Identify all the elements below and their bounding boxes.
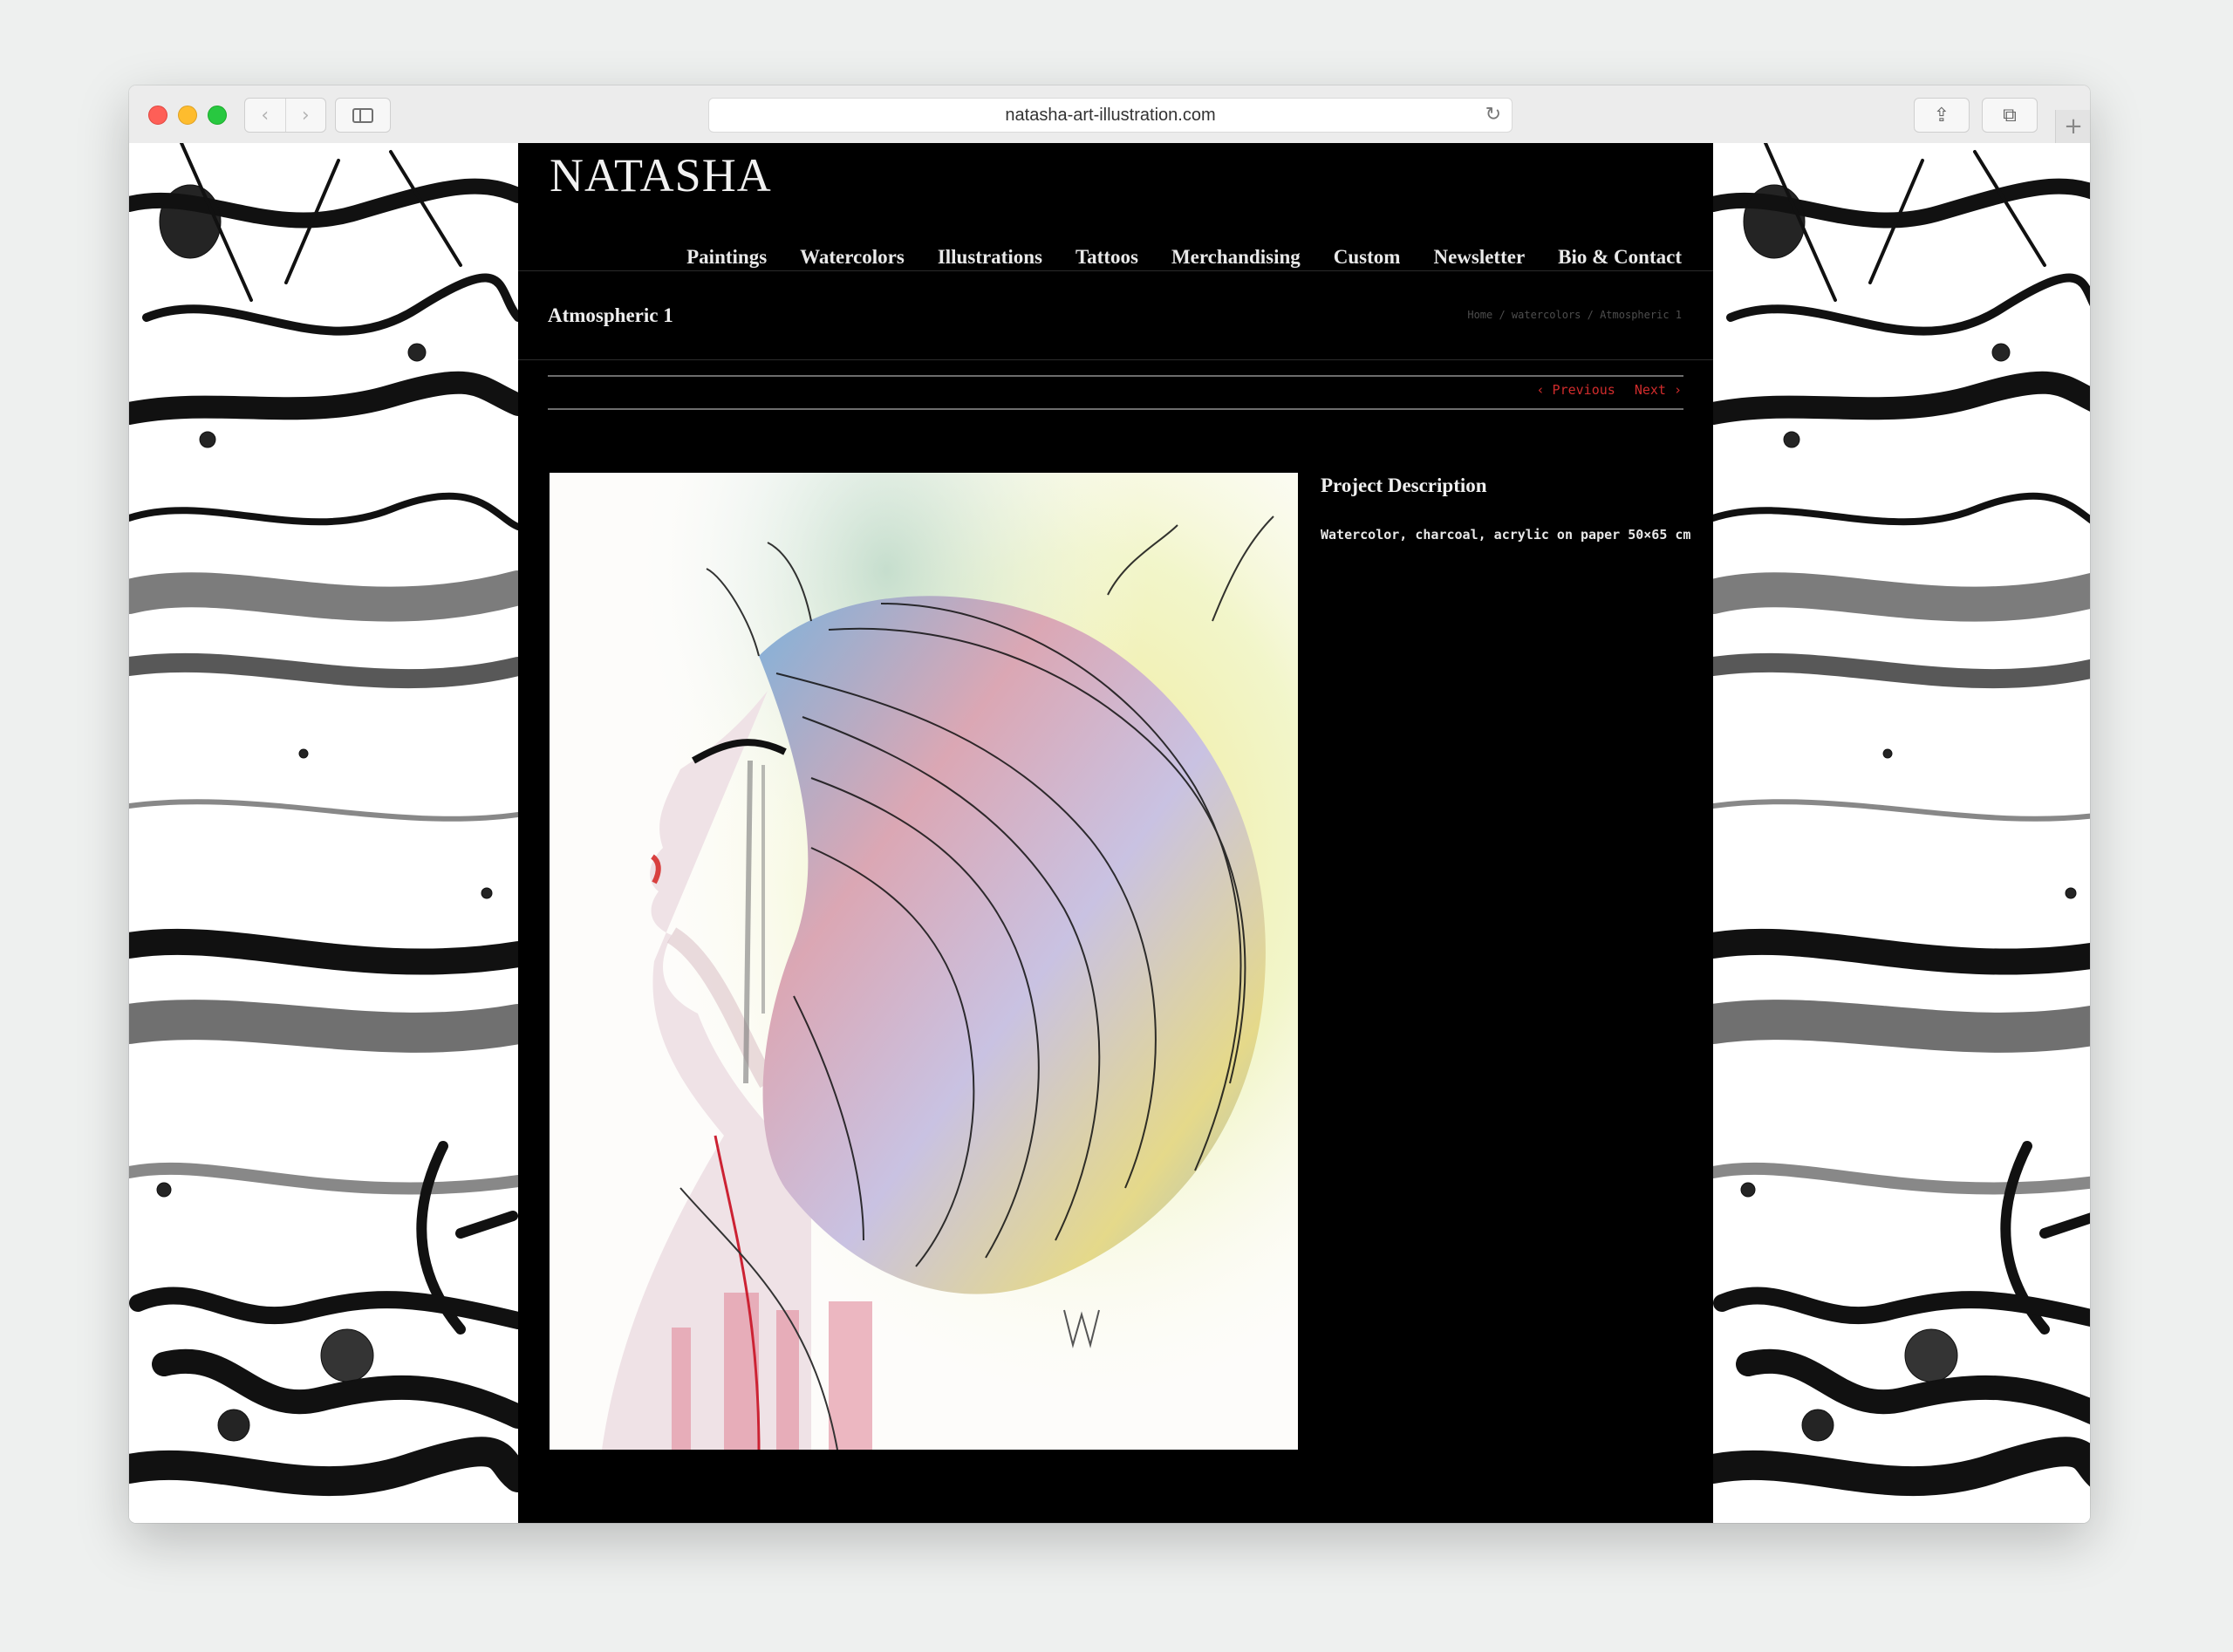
site-logo[interactable]: NATASHA — [550, 148, 772, 202]
zoom-window-button[interactable] — [208, 106, 227, 125]
breadcrumb[interactable]: Home / watercolors / Atmospheric 1 — [1467, 309, 1682, 321]
reload-icon[interactable]: ↻ — [1485, 104, 1501, 126]
sidebar-toggle-button[interactable] — [335, 98, 391, 133]
nav-item-merchandising[interactable]: Merchandising — [1171, 246, 1301, 269]
forward-button[interactable]: › — [284, 99, 326, 132]
artwork-image[interactable] — [550, 473, 1298, 1450]
nav-item-watercolors[interactable]: Watercolors — [800, 246, 905, 269]
chevron-left-icon: ‹ — [261, 104, 270, 126]
tab-overview-button[interactable]: ⧉ — [1982, 98, 2038, 133]
sidebar-icon — [352, 107, 373, 123]
project-description-heading: Project Description — [1321, 474, 1487, 496]
history-buttons: ‹ › — [244, 98, 326, 133]
page-viewport: NATASHA Paintings Watercolors Illustrati… — [129, 143, 2090, 1523]
previous-link[interactable]: ‹ Previous — [1537, 382, 1615, 398]
new-tab-button[interactable]: + — [2055, 110, 2090, 143]
url-text: natasha-art-illustration.com — [1005, 105, 1216, 125]
address-bar[interactable]: natasha-art-illustration.com ↻ — [708, 98, 1513, 133]
title-divider — [518, 359, 1713, 360]
browser-window: ‹ › natasha-art-illustration.com ↻ ⇪ ⧉ + — [129, 85, 2090, 1523]
nav-item-newsletter[interactable]: Newsletter — [1433, 246, 1525, 269]
site-content: NATASHA Paintings Watercolors Illustrati… — [518, 143, 1713, 1523]
project-description-text: Watercolor, charcoal, acrylic on paper 5… — [1321, 527, 1691, 543]
nav-item-paintings[interactable]: Paintings — [686, 246, 767, 269]
nav-item-custom[interactable]: Custom — [1334, 246, 1401, 269]
pagination-top-line — [548, 375, 1683, 377]
project-pagination: ‹ Previous Next › — [1537, 382, 1683, 398]
header-divider — [518, 270, 1713, 271]
plus-icon: + — [2064, 113, 2083, 140]
minimize-window-button[interactable] — [178, 106, 197, 125]
share-icon: ⇪ — [1933, 104, 1950, 126]
browser-toolbar: ‹ › natasha-art-illustration.com ↻ ⇪ ⧉ + — [129, 85, 2090, 144]
ink-splash-background-left — [129, 143, 518, 1523]
main-navigation: Paintings Watercolors Illustrations Tatt… — [686, 246, 1682, 269]
pagination-bottom-line — [548, 408, 1683, 410]
close-window-button[interactable] — [148, 106, 167, 125]
nav-item-tattoos[interactable]: Tattoos — [1076, 246, 1138, 269]
page-title: Atmospheric 1 — [548, 304, 673, 326]
chevron-right-icon: › — [301, 104, 310, 126]
ink-splash-background-right — [1713, 143, 2090, 1523]
share-button[interactable]: ⇪ — [1914, 98, 1970, 133]
tabs-icon: ⧉ — [2003, 104, 2017, 126]
back-button[interactable]: ‹ — [245, 99, 285, 132]
nav-item-illustrations[interactable]: Illustrations — [938, 246, 1042, 269]
next-link[interactable]: Next › — [1635, 382, 1682, 398]
nav-item-bio-contact[interactable]: Bio & Contact — [1558, 246, 1682, 269]
